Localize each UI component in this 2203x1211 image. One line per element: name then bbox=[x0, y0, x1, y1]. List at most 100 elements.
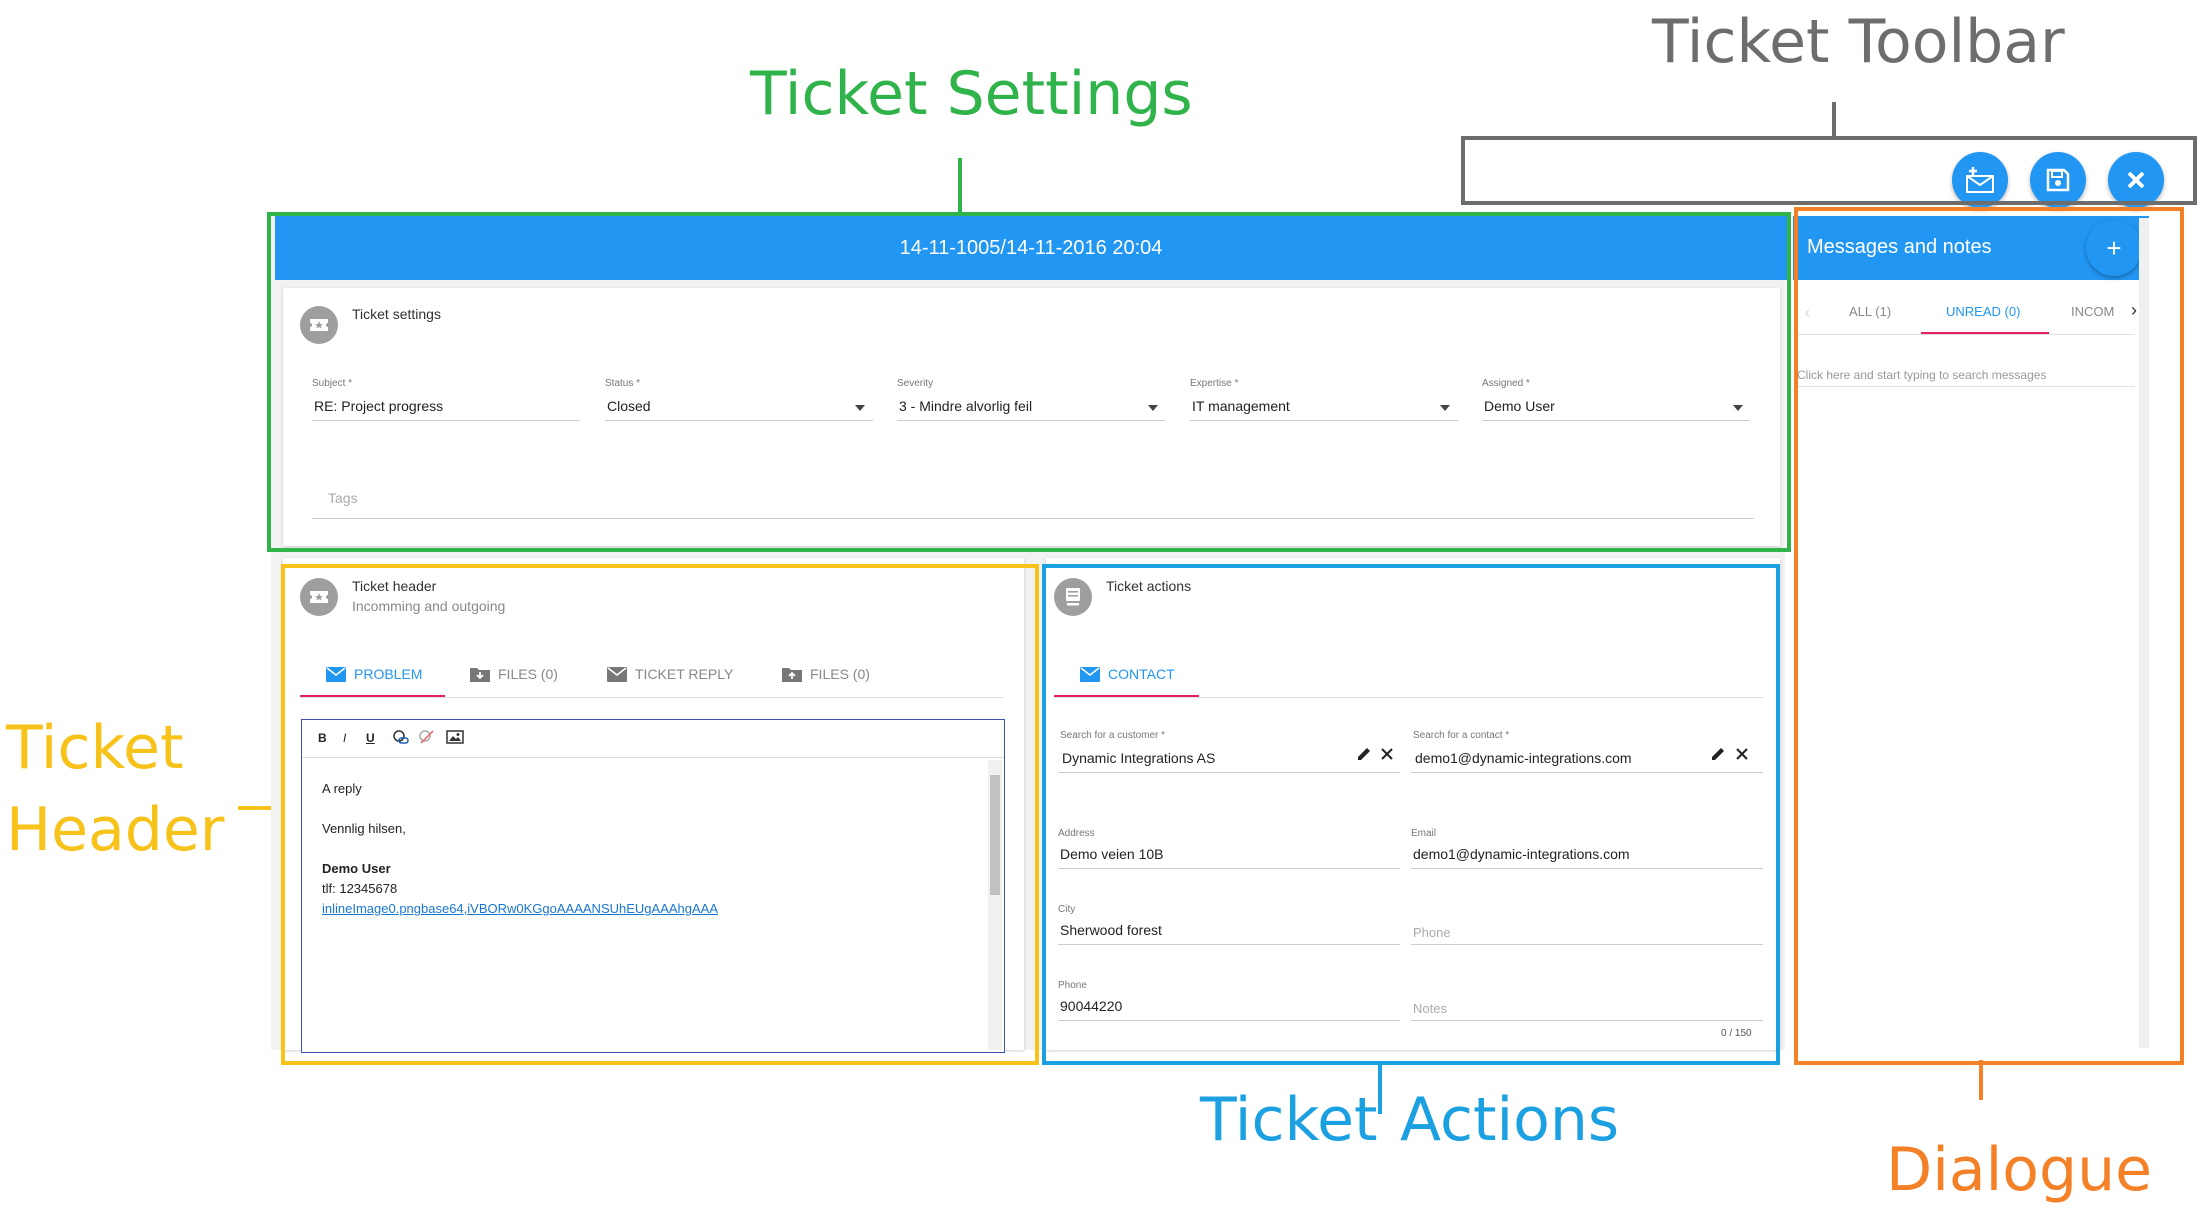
new-message-button[interactable] bbox=[1952, 152, 2008, 208]
ticket-title: 14-11-1005/14-11-2016 20:04 bbox=[899, 236, 1163, 259]
tab-files-in[interactable]: FILES (0) bbox=[470, 666, 558, 682]
status-underline bbox=[605, 420, 873, 421]
address-input[interactable]: Demo veien 10B bbox=[1060, 846, 1164, 862]
save-button[interactable] bbox=[2030, 152, 2086, 208]
customer-underline bbox=[1058, 772, 1400, 773]
messages-title: Messages and notes bbox=[1807, 236, 1992, 258]
phone-input-empty[interactable]: Phone bbox=[1413, 925, 1451, 940]
subject-input[interactable]: RE: Project progress bbox=[314, 398, 443, 414]
close-ticket-button[interactable] bbox=[2108, 152, 2164, 208]
annotation-ticket-settings: Ticket Settings bbox=[750, 59, 1193, 129]
assigned-underline bbox=[1482, 420, 1750, 421]
messages-tabs-divider bbox=[1797, 334, 2135, 335]
annotation-connector bbox=[1378, 1064, 1382, 1114]
editor-inline-image-link[interactable]: inlineImage0.pngbase64,iVBORw0KGgoAAAANS… bbox=[322, 901, 718, 916]
editor-scrollbar-thumb[interactable] bbox=[990, 775, 1000, 895]
email-input[interactable]: demo1@dynamic-integrations.com bbox=[1413, 846, 1630, 862]
contact-underline bbox=[1411, 772, 1763, 773]
phone-input[interactable]: 90044220 bbox=[1060, 998, 1122, 1014]
subject-underline bbox=[312, 420, 580, 421]
editor-line-greeting: Vennlig hilsen, bbox=[322, 821, 406, 836]
messages-tab-all[interactable]: ALL (1) bbox=[1849, 304, 1891, 319]
ticket-actions-icon bbox=[1066, 588, 1080, 606]
severity-select[interactable]: 3 - Mindre alvorlig feil bbox=[899, 398, 1032, 414]
upload-folder-icon bbox=[782, 668, 802, 682]
annotation-connector bbox=[1832, 102, 1836, 136]
edit-customer-icon[interactable] bbox=[1356, 746, 1372, 762]
messages-tab-unread[interactable]: UNREAD (0) bbox=[1946, 304, 2020, 319]
underline-button[interactable]: U bbox=[366, 731, 375, 745]
ticket-settings-icon-circle bbox=[300, 306, 338, 344]
mail-icon bbox=[607, 666, 627, 682]
add-message-button[interactable]: + bbox=[2086, 220, 2142, 276]
frame-ticket-toolbar bbox=[1461, 136, 2197, 205]
messages-search-input[interactable]: Click here and start typing to search me… bbox=[1797, 368, 2046, 382]
expertise-underline bbox=[1190, 420, 1458, 421]
status-select[interactable]: Closed bbox=[607, 398, 651, 414]
assigned-select[interactable]: Demo User bbox=[1484, 398, 1555, 414]
contact-search-input[interactable]: demo1@dynamic-integrations.com bbox=[1415, 750, 1632, 766]
ticket-actions-card bbox=[1046, 558, 1780, 1050]
assigned-label: Assigned * bbox=[1482, 378, 1530, 389]
tabs-scroll-right-icon[interactable]: › bbox=[2131, 300, 2137, 321]
annotation-ticket-header-1: Ticket bbox=[6, 713, 184, 783]
mail-icon bbox=[1080, 666, 1100, 682]
tab-files-out-label: FILES (0) bbox=[810, 666, 870, 682]
tab-ticket-reply-label: TICKET REPLY bbox=[635, 666, 734, 682]
expertise-dropdown-icon[interactable] bbox=[1440, 405, 1450, 411]
severity-underline bbox=[897, 420, 1165, 421]
insert-image-icon[interactable] bbox=[446, 729, 464, 745]
link-icon[interactable] bbox=[392, 729, 410, 745]
ticket-icon bbox=[310, 319, 328, 331]
expertise-label: Expertise * bbox=[1190, 378, 1239, 389]
city-input[interactable]: Sherwood forest bbox=[1060, 922, 1162, 938]
phone-underline bbox=[1058, 1020, 1400, 1021]
reply-editor[interactable] bbox=[301, 719, 1005, 1053]
editor-line-phone: tlf: 12345678 bbox=[322, 881, 398, 896]
tab-ticket-reply[interactable]: TICKET REPLY bbox=[607, 666, 733, 682]
contact-search-label: Search for a contact * bbox=[1413, 730, 1510, 741]
tab-problem[interactable]: PROBLEM bbox=[326, 666, 422, 682]
messages-scrollbar[interactable] bbox=[2139, 218, 2149, 1048]
clear-customer-icon[interactable] bbox=[1380, 747, 1394, 761]
phone-label: Phone bbox=[1058, 980, 1087, 991]
save-icon bbox=[2046, 168, 2070, 192]
download-folder-icon bbox=[470, 668, 490, 682]
editor-line-name: Demo User bbox=[322, 861, 391, 876]
ticket-header-subtitle: Incomming and outgoing bbox=[352, 598, 506, 614]
annotation-ticket-actions-1: Ticket bbox=[1200, 1085, 1378, 1155]
ticket-actions-icon-circle bbox=[1054, 578, 1092, 616]
annotation-ticket-toolbar: Ticket Toolbar bbox=[1652, 7, 2065, 77]
customer-search-input[interactable]: Dynamic Integrations AS bbox=[1062, 750, 1215, 766]
editor-line-reply: A reply bbox=[322, 781, 362, 796]
close-icon bbox=[2127, 171, 2145, 189]
ticket-header-icon-circle bbox=[300, 578, 338, 616]
status-dropdown-icon[interactable] bbox=[855, 405, 865, 411]
severity-dropdown-icon[interactable] bbox=[1148, 405, 1158, 411]
notes-input[interactable]: Notes bbox=[1413, 1001, 1447, 1016]
city-label: City bbox=[1058, 904, 1076, 915]
email-label: Email bbox=[1411, 828, 1437, 839]
bold-button[interactable]: B bbox=[318, 731, 327, 745]
unlink-icon[interactable] bbox=[418, 729, 436, 745]
annotation-connector bbox=[1979, 1060, 1983, 1100]
italic-button[interactable]: I bbox=[343, 731, 346, 745]
tabs-scroll-left-icon[interactable]: ‹ bbox=[1805, 304, 1810, 320]
ticket-actions-title: Ticket actions bbox=[1106, 578, 1192, 594]
clear-contact-icon[interactable] bbox=[1735, 747, 1749, 761]
assigned-dropdown-icon[interactable] bbox=[1733, 405, 1743, 411]
customer-search-label: Search for a customer * bbox=[1060, 730, 1166, 741]
address-label: Address bbox=[1058, 828, 1095, 839]
expertise-select[interactable]: IT management bbox=[1192, 398, 1290, 414]
tabs-divider bbox=[300, 697, 1004, 698]
status-label: Status * bbox=[605, 378, 641, 389]
tags-underline bbox=[312, 518, 1754, 519]
tab-contact[interactable]: CONTACT bbox=[1080, 666, 1175, 682]
edit-contact-icon[interactable] bbox=[1710, 746, 1726, 762]
messages-tab-incoming[interactable]: INCOM bbox=[2071, 304, 2114, 319]
tags-input[interactable]: Tags bbox=[328, 490, 358, 506]
tab-files-out[interactable]: FILES (0) bbox=[782, 666, 870, 682]
tabs-divider bbox=[1054, 697, 1764, 698]
ticket-settings-title: Ticket settings bbox=[352, 306, 441, 322]
notes-counter: 0 / 150 bbox=[1721, 1028, 1752, 1039]
